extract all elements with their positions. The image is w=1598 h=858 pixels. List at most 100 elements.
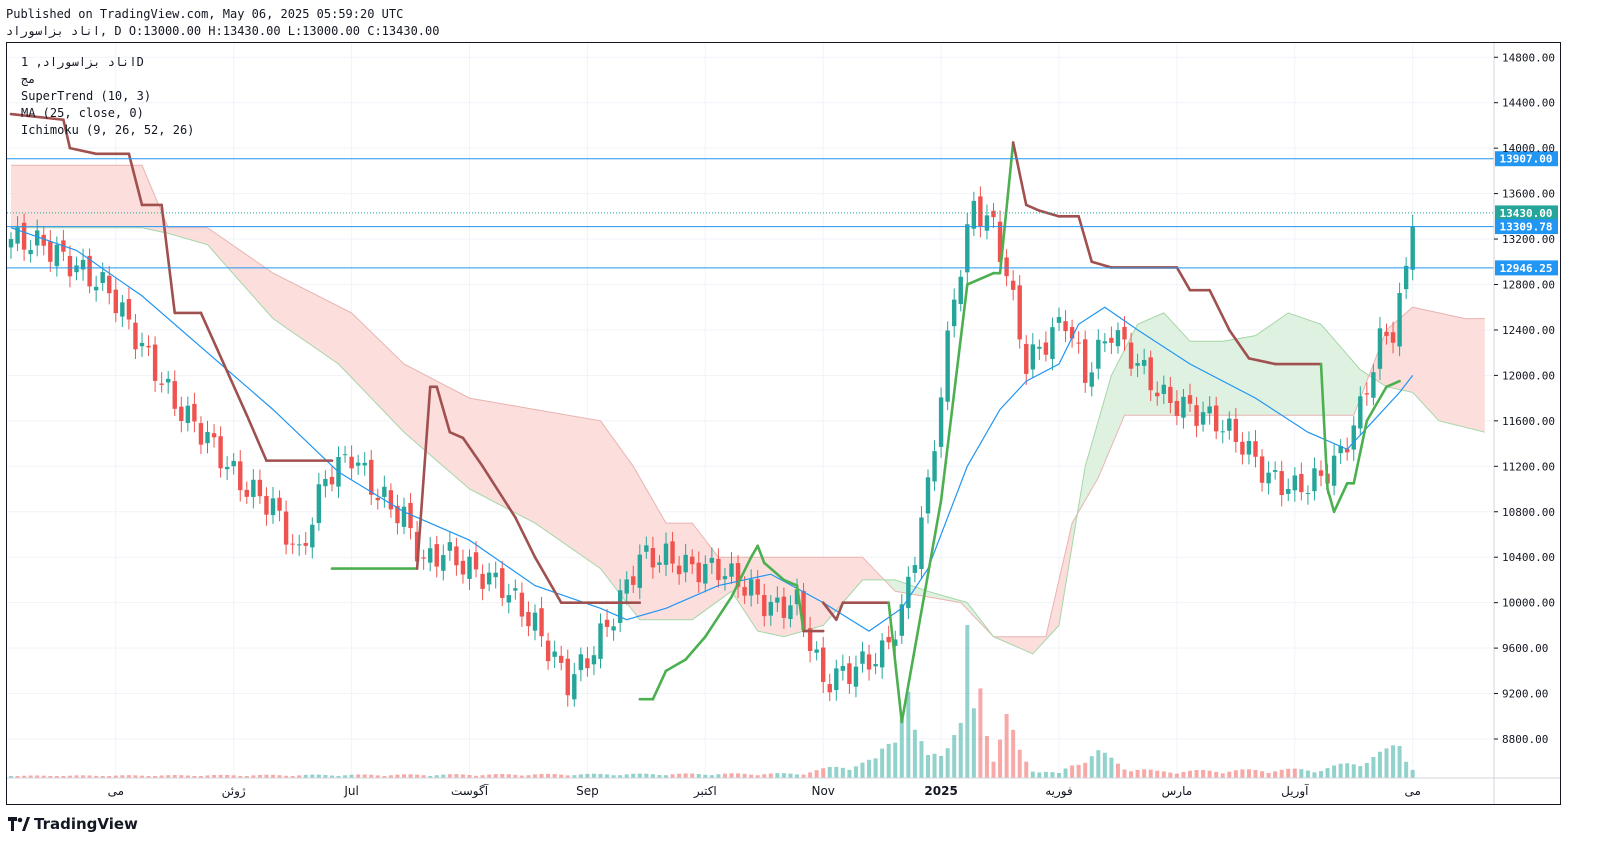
candle-body — [447, 542, 453, 551]
candle-body — [637, 554, 642, 588]
volume-bar — [552, 774, 557, 778]
candle-body — [1384, 331, 1389, 336]
candle-body — [152, 344, 158, 381]
candle-body — [1076, 342, 1081, 344]
candle-body — [1037, 346, 1042, 349]
volume-bar — [781, 773, 786, 778]
volume-bar — [801, 774, 806, 778]
volume-bar — [1384, 748, 1389, 778]
candle-body — [107, 275, 112, 294]
candle-body — [1135, 363, 1140, 366]
candle-body — [1161, 384, 1166, 394]
volume-bar — [1201, 770, 1206, 778]
volume-bar — [1083, 762, 1088, 778]
candle-body — [264, 495, 269, 515]
volume-bar — [808, 772, 813, 778]
candle-body — [650, 548, 656, 568]
volume-bar — [316, 774, 321, 778]
volume-bar — [1030, 771, 1035, 778]
candle-body — [821, 647, 826, 682]
candle-body — [257, 479, 263, 497]
supertrend-segment — [533, 555, 563, 604]
candle-body — [1358, 396, 1363, 429]
candle-body — [912, 565, 918, 573]
volume-bar — [749, 774, 754, 778]
volume-bar — [578, 774, 583, 778]
x-tick-label: آگوست — [451, 783, 489, 799]
candle-body — [231, 460, 236, 467]
volume-bar — [1397, 745, 1402, 778]
candle-body — [762, 594, 767, 617]
candle-body — [473, 552, 479, 570]
candle-body — [938, 397, 944, 447]
candle-body — [781, 596, 787, 618]
candle-body — [1292, 475, 1297, 491]
price-label: 13309.78 — [1500, 221, 1553, 234]
legend-symbol[interactable]: اناد بزاسوراد, 1D — [21, 55, 144, 69]
y-tick-label: 12400.00 — [1502, 324, 1555, 337]
volume-bar — [1142, 769, 1147, 778]
candle-body — [729, 563, 734, 577]
candle-body — [303, 543, 308, 546]
candle-body — [1364, 393, 1370, 395]
price-label: 13430.00 — [1500, 207, 1553, 220]
candle-body — [54, 244, 60, 267]
candle-body — [166, 378, 171, 383]
y-tick-label: 10800.00 — [1502, 506, 1555, 519]
volume-bar — [1240, 769, 1245, 778]
candle-body — [722, 576, 728, 580]
candle-body — [1030, 344, 1035, 370]
y-tick-label: 12000.00 — [1502, 369, 1555, 382]
candle-body — [310, 524, 315, 548]
candle-body — [565, 658, 570, 696]
candle-body — [1272, 470, 1278, 472]
volume-bar — [500, 774, 505, 778]
y-tick-label: 13600.00 — [1502, 188, 1555, 201]
volume-bar — [585, 773, 590, 778]
y-tick-label: 13200.00 — [1502, 233, 1555, 246]
candle-body — [342, 454, 348, 456]
candle-body — [906, 576, 911, 609]
candle-body — [631, 576, 636, 585]
candle-body — [192, 403, 197, 422]
candle-body — [663, 543, 669, 565]
legend-ma[interactable]: MA (25, close, 0) — [21, 106, 144, 120]
legend-supertrend[interactable]: SuperTrend (10, 3) — [21, 89, 151, 103]
candle-body — [827, 684, 832, 693]
volume-bar — [1404, 761, 1409, 778]
supertrend-segment — [1175, 266, 1192, 292]
candle-body — [1148, 357, 1153, 391]
candle-body — [1246, 440, 1252, 455]
volume-bar — [1135, 769, 1140, 778]
tradingview-logo[interactable]: TradingView — [8, 815, 138, 833]
supertrend-segment — [245, 413, 268, 462]
candle-body — [1214, 405, 1219, 432]
candle-body — [454, 546, 459, 566]
candle-body — [879, 640, 885, 668]
candle-body — [709, 557, 715, 563]
candle-body — [93, 286, 99, 291]
candle-body — [486, 572, 492, 585]
candle-body — [585, 658, 590, 669]
candle-body — [251, 479, 256, 497]
price-chart[interactable]: 13907.0013430.0013309.7812946.2514800.00… — [7, 43, 1560, 804]
candle-body — [1220, 431, 1225, 433]
legend-ichimoku[interactable]: Ichimoku (9, 26, 52, 26) — [21, 123, 194, 137]
volume-bar — [1279, 769, 1284, 778]
candle-body — [1305, 493, 1311, 495]
candle-body — [1109, 337, 1114, 343]
volume-bar — [1207, 770, 1212, 778]
volume-bar — [1305, 770, 1310, 778]
brand-name: TradingView — [34, 815, 138, 833]
volume-bar — [722, 773, 727, 778]
volume-bar — [1253, 769, 1258, 778]
supertrend-segment — [1024, 203, 1041, 212]
chart-frame[interactable]: 13907.00 13430.00 13309.78 12946.25 14800.00… — [6, 42, 1561, 805]
candle-body — [886, 636, 891, 643]
candle-body — [120, 302, 125, 317]
candle-body — [1200, 412, 1206, 425]
volume-bar — [460, 774, 465, 778]
volume-bar — [1364, 762, 1369, 778]
candle-body — [1299, 473, 1304, 493]
candle-body — [1063, 321, 1068, 332]
